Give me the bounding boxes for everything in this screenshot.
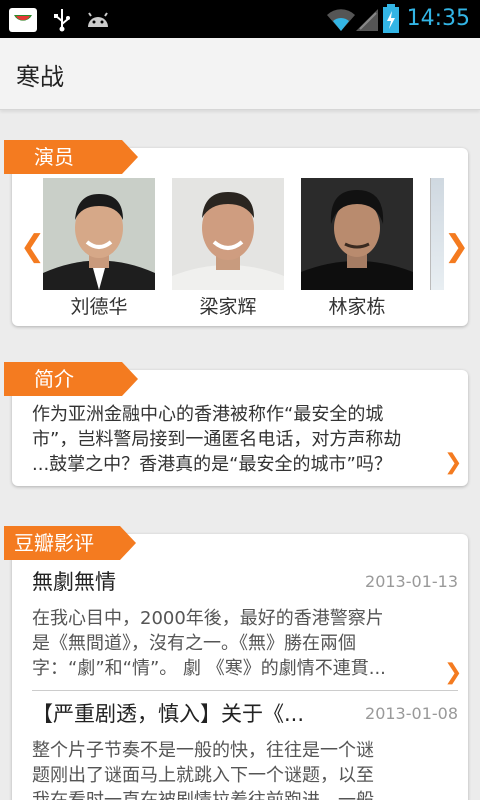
actor-photo (301, 178, 413, 290)
chevron-right-icon[interactable]: ❯ (444, 658, 462, 688)
review-line: 整个片子节奏不是一般的快，往往是一个谜 (32, 740, 374, 761)
chevron-right-icon[interactable]: ❯ (444, 448, 462, 478)
intro-line: 作为亚洲金融中心的香港被称作“最安全的城 (32, 404, 384, 425)
actor-item[interactable]: 林家栋 (301, 178, 413, 320)
actor-item[interactable]: 刘德华 (43, 178, 155, 320)
review-line: 题刚出了谜面马上就跳入下一个谜题，以至 (32, 765, 374, 786)
reviews-section-tag: 豆瓣影评 (4, 526, 136, 560)
signal-icon (356, 9, 378, 31)
intro-text: 作为亚洲金融中心的香港被称作“最安全的城 市”，岂料警局接到一通匿名电话，对方声… (32, 402, 442, 477)
intro-line: 市”，岂料警局接到一通匿名电话，对方声称劫 (32, 429, 402, 450)
status-time: 14:35 (406, 6, 470, 31)
actors-section-label: 演员 (34, 145, 74, 169)
actor-item[interactable]: 梁家辉 (172, 178, 284, 320)
usb-icon (54, 9, 70, 32)
review-date: 2013-01-13 (365, 572, 458, 591)
reviews-card: 豆瓣影评 無劇無情 2013-01-13 在我心目中，2000年後，最好的香港警… (4, 526, 468, 800)
review-item[interactable]: 【严重剧透，慎入】关于《... 2013-01-08 整个片子节奏不是一般的快，… (32, 700, 458, 800)
review-body: 在我心目中，2000年後，最好的香港警察片 是《無間道》，沒有之一。《無》勝在兩… (32, 606, 458, 681)
review-line: 是《無間道》，沒有之一。《無》勝在兩個 (32, 633, 356, 654)
review-item[interactable]: 無劇無情 2013-01-13 在我心目中，2000年後，最好的香港警察片 是《… (32, 568, 458, 681)
actor-name: 刘德华 (70, 296, 128, 318)
watermelon-icon (9, 8, 37, 32)
action-bar: 寒战 (0, 38, 480, 110)
intro-section-tag: 简介 (4, 362, 138, 396)
review-line: 在我心目中，2000年後，最好的香港警察片 (32, 608, 384, 629)
actor-photo (172, 178, 284, 290)
actor-photo-partial (430, 178, 444, 290)
reviews-section-label: 豆瓣影评 (14, 531, 94, 555)
review-divider (32, 690, 458, 691)
chevron-right-icon[interactable]: ❯ (444, 232, 469, 262)
chevron-left-icon[interactable]: ❮ (20, 232, 45, 262)
page-title: 寒战 (16, 63, 64, 91)
review-line: 字：“劇”和“情”。 劇 《寒》的劇情不連貫... (32, 658, 386, 679)
review-body: 整个片子节奏不是一般的快，往往是一个谜 题刚出了谜面马上就跳入下一个谜题，以至 … (32, 738, 458, 800)
actors-card: 演员 ❮ 刘德华 梁家辉 林家栋 ❯ (4, 140, 469, 326)
android-icon (88, 12, 108, 27)
actor-name: 林家栋 (328, 296, 386, 318)
review-title: 【严重剧透，慎入】关于《... (32, 702, 305, 726)
review-title: 無劇無情 (32, 570, 116, 594)
actor-photo (43, 178, 155, 290)
intro-line: ...鼓掌之中？香港真的是“最安全的城市”吗？ (32, 454, 392, 475)
wifi-icon (327, 9, 355, 31)
review-line: 我在看时一直在被剧情拉着往前跑进，一般 (32, 788, 458, 800)
actor-name: 梁家辉 (199, 296, 257, 318)
intro-section-label: 简介 (34, 367, 74, 391)
status-bar: 14:35 (0, 0, 480, 38)
actors-section-tag: 演员 (4, 140, 138, 174)
review-date: 2013-01-08 (365, 704, 458, 723)
intro-card[interactable]: 简介 作为亚洲金融中心的香港被称作“最安全的城 市”，岂料警局接到一通匿名电话，… (4, 362, 468, 486)
battery-charging-icon (383, 4, 399, 33)
